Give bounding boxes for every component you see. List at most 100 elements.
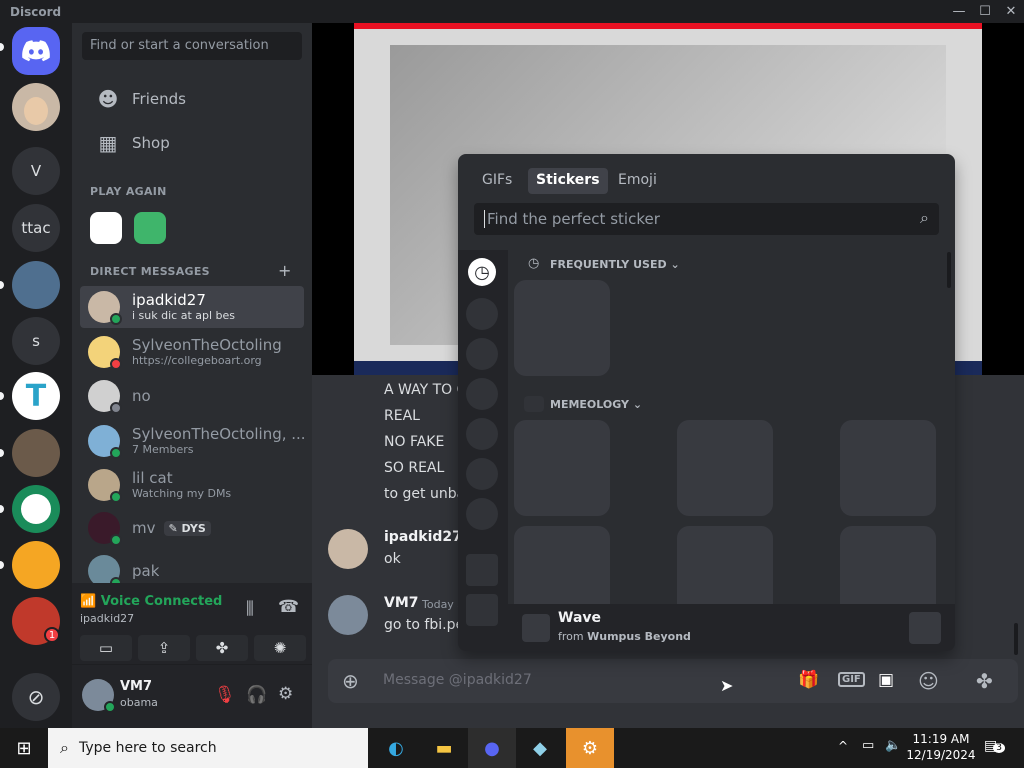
apps-icon[interactable]: ✤ <box>976 669 993 693</box>
windows-start-icon[interactable]: ⊞ <box>0 728 48 768</box>
app-taskbar-icon[interactable]: ◆ <box>516 728 564 768</box>
server-avatar-3[interactable] <box>12 429 60 477</box>
screenshare-button[interactable]: ⇪ <box>138 635 190 661</box>
server-t[interactable]: T <box>12 372 60 420</box>
dm-name: lil cat <box>132 470 173 487</box>
mention-badge: 1 <box>44 627 60 643</box>
from-label: from <box>558 630 584 643</box>
avatar[interactable] <box>328 529 368 569</box>
server-label: ttac <box>21 219 51 237</box>
picker-scrollbar[interactable] <box>947 252 951 288</box>
sticker-tile[interactable] <box>677 420 773 516</box>
headphones-icon[interactable]: 🎧 <box>246 685 267 705</box>
chat-scrollbar[interactable] <box>1014 623 1018 655</box>
pack-icon[interactable] <box>466 298 498 330</box>
home-button[interactable] <box>12 27 60 75</box>
camera-button[interactable]: ▭ <box>80 635 132 661</box>
avatar[interactable] <box>82 679 116 713</box>
add-attachment-icon[interactable]: ⊕ <box>342 669 359 693</box>
game-icon-1[interactable] <box>90 212 122 244</box>
taskbar-search-input[interactable]: ⌕ Type here to search <box>48 728 368 768</box>
file-explorer-icon[interactable]: ▬ <box>420 728 468 768</box>
clock[interactable]: 11:19 AM 12/19/2024 <box>906 731 976 763</box>
notification-icon[interactable]: ▤3 <box>984 738 1005 754</box>
status-online <box>110 534 122 546</box>
avatar <box>88 380 122 414</box>
voice-channel[interactable]: ipadkid27 <box>80 612 134 625</box>
noise-suppression-icon[interactable]: ⫼ <box>246 599 254 619</box>
create-dm-button[interactable]: + <box>278 261 291 280</box>
minimize-icon[interactable]: — <box>946 4 972 19</box>
status-dnd <box>110 358 122 370</box>
pack-icon[interactable] <box>466 554 498 586</box>
avatar[interactable] <box>328 595 368 635</box>
tab-emoji[interactable]: Emoji <box>610 168 665 194</box>
server-avatar-5[interactable] <box>12 541 60 589</box>
gift-icon[interactable]: 🎁 <box>798 670 819 690</box>
server-avatar-2[interactable] <box>12 261 60 309</box>
server-v[interactable]: V <box>12 147 60 195</box>
compass-icon: ⊘ <box>27 685 45 709</box>
tray-chevron-icon[interactable]: ^ <box>838 739 848 753</box>
sticker-tile[interactable] <box>840 420 936 516</box>
soundboard-button[interactable]: ✺ <box>254 635 306 661</box>
dm-item[interactable]: lil cat Watching my DMs <box>80 464 304 506</box>
gif-icon[interactable]: GIF <box>838 672 865 687</box>
dm-item[interactable]: ipadkid27 i suk dic at apl bes <box>80 286 304 328</box>
message-text: A WAY TO G <box>384 382 468 398</box>
mouse-cursor-icon: ➤ <box>720 676 734 695</box>
sticker-search-input[interactable]: Find the perfect sticker ⌕ <box>474 203 939 235</box>
dm-item[interactable]: mv ✎ DYS <box>80 507 304 549</box>
message-author[interactable]: ipadkid27 <box>384 529 462 545</box>
pack-name: Wumpus Beyond <box>587 630 691 643</box>
dm-item[interactable]: no <box>80 375 304 417</box>
close-icon[interactable]: ✕ <box>998 4 1024 19</box>
mute-mic-icon[interactable]: 🎙 <box>214 685 236 705</box>
server-s[interactable]: s <box>12 317 60 365</box>
settings-taskbar-icon[interactable]: ⚙ <box>566 728 614 768</box>
friends-nav[interactable]: ☻ Friends <box>80 78 304 120</box>
custom-status: obama <box>120 696 158 709</box>
soundboard-icon: ✺ <box>273 639 287 657</box>
message-input[interactable]: Message @ipadkid27 <box>383 672 532 688</box>
pack-icon[interactable] <box>466 458 498 490</box>
message-author[interactable]: VM7 <box>384 595 419 611</box>
avatar <box>88 469 122 503</box>
activities-button[interactable]: ✤ <box>196 635 248 661</box>
tab-stickers[interactable]: Stickers <box>528 168 608 194</box>
pack-icon[interactable] <box>466 498 498 530</box>
pack-icon[interactable] <box>466 594 498 626</box>
game-icon-2[interactable] <box>134 212 166 244</box>
volume-muted-icon[interactable]: 🔈 <box>885 738 901 753</box>
emoji-icon[interactable]: ☺ <box>918 669 939 693</box>
shop-nav[interactable]: ▦ Shop <box>80 122 304 164</box>
server-ttac[interactable]: ttac <box>12 204 60 252</box>
maximize-icon[interactable]: ☐ <box>972 4 998 19</box>
sticker-tile[interactable] <box>514 420 610 516</box>
dm-name: SylveonTheOctoling, ... <box>132 426 306 443</box>
sticker-preview-pack: from Wumpus Beyond <box>558 630 691 643</box>
network-icon[interactable]: ▭ <box>862 738 874 753</box>
edge-icon[interactable]: ◐ <box>372 728 420 768</box>
server-avatar-4[interactable] <box>12 485 60 533</box>
message-composer: ⊕ Message @ipadkid27 🎁 GIF ▣ ☺ ✤ <box>328 659 1018 703</box>
dm-item[interactable]: SylveonTheOctoling, ... 7 Members <box>80 420 306 462</box>
dm-item[interactable]: SylveonTheOctoling https://collegeboart.o… <box>80 331 304 373</box>
unread-pip <box>0 561 4 569</box>
section-memeology[interactable]: MEMEOLOGY ⌄ <box>550 398 642 411</box>
discord-taskbar-icon[interactable]: ● <box>468 728 516 768</box>
tab-gifs[interactable]: GIFs <box>474 168 520 194</box>
pack-icon[interactable] <box>466 418 498 450</box>
settings-gear-icon[interactable]: ⚙ <box>278 684 293 704</box>
pack-icon[interactable] <box>466 338 498 370</box>
explore-button[interactable]: ⊘ <box>12 673 60 721</box>
pack-icon[interactable] <box>466 378 498 410</box>
section-frequently-used[interactable]: FREQUENTLY USED ⌄ <box>550 258 680 271</box>
disconnect-icon[interactable]: ☎ <box>278 597 299 617</box>
sticker-tile[interactable] <box>514 280 610 376</box>
dm-search-input[interactable]: Find or start a conversation <box>82 32 302 60</box>
play-again-header: PLAY AGAIN <box>90 185 167 198</box>
server-avatar-1[interactable] <box>12 83 60 131</box>
clock-icon[interactable]: ◷ <box>468 258 496 286</box>
sticker-icon[interactable]: ▣ <box>878 670 894 690</box>
